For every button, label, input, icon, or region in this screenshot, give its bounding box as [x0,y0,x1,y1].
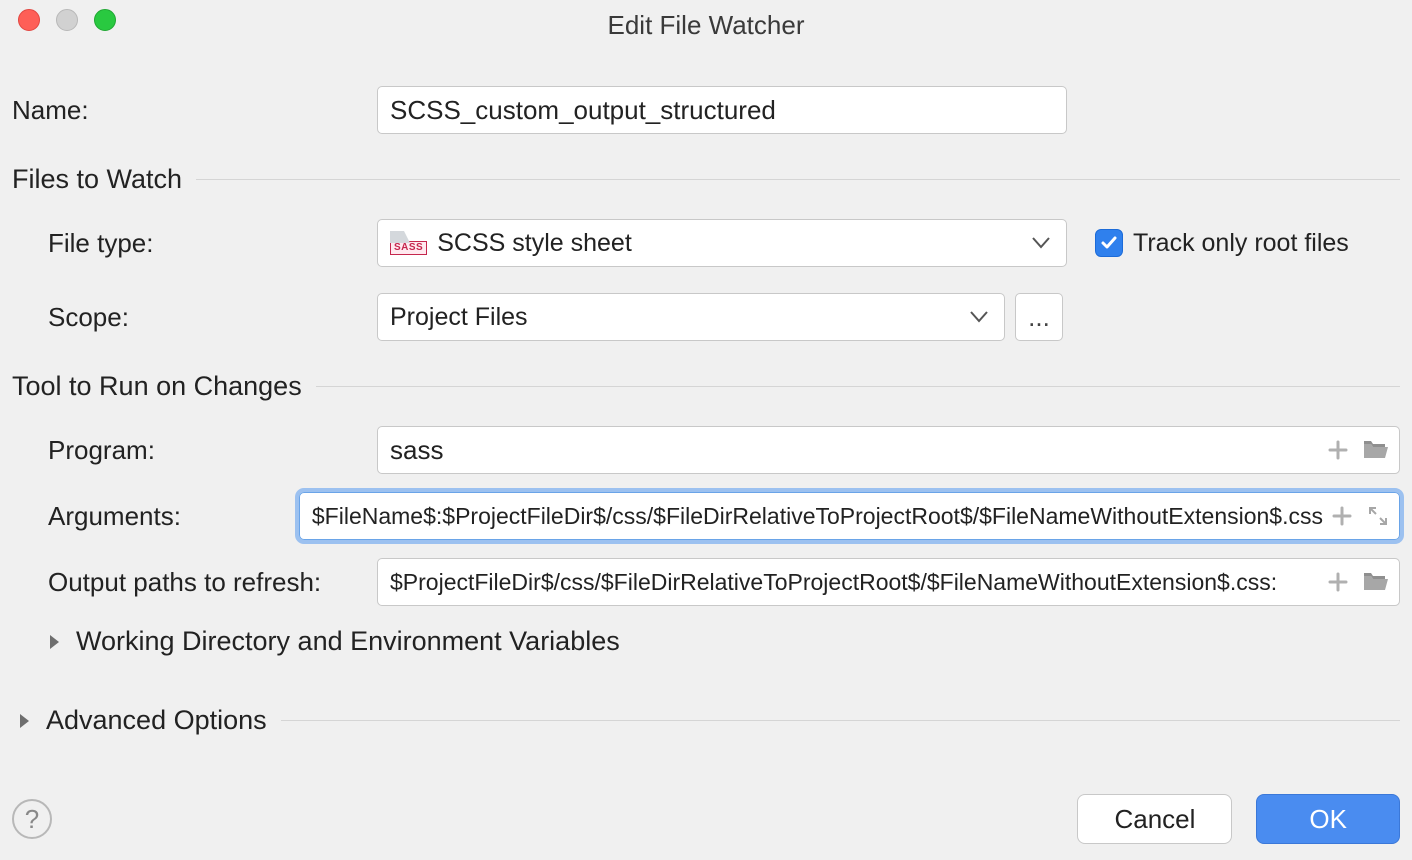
insert-macro-icon[interactable] [1327,439,1349,461]
insert-macro-icon[interactable] [1331,505,1353,527]
zoom-window-button[interactable] [94,9,116,31]
arguments-label: Arguments: [12,501,299,532]
file-type-dropdown[interactable]: SASS SCSS style sheet [377,219,1067,267]
files-to-watch-section: Files to Watch [12,164,1400,195]
ok-button-label: OK [1309,804,1347,835]
window-controls [0,9,116,31]
name-input[interactable]: SCSS_custom_output_structured [377,86,1067,134]
browse-folder-icon[interactable] [1363,439,1389,461]
dialog-footer: ? Cancel OK [12,794,1400,844]
name-input-value: SCSS_custom_output_structured [390,95,776,126]
section-divider [281,720,1400,721]
track-root-label: Track only root files [1133,229,1349,258]
output-paths-value: $ProjectFileDir$/css/$FileDirRelativeToP… [390,569,1319,596]
working-dir-env-label: Working Directory and Environment Variab… [76,626,620,657]
output-paths-label: Output paths to refresh: [12,567,377,598]
output-paths-input[interactable]: $ProjectFileDir$/css/$FileDirRelativeToP… [377,558,1400,606]
chevron-right-icon [18,712,32,730]
advanced-options-label: Advanced Options [46,705,267,736]
ellipsis-icon: ... [1028,302,1050,333]
chevron-down-icon [1032,237,1054,249]
file-type-value: SCSS style sheet [437,229,632,258]
tool-to-run-section: Tool to Run on Changes [12,371,1400,402]
arguments-input[interactable]: $FileName$:$ProjectFileDir$/css/$FileDir… [299,492,1400,540]
titlebar: Edit File Watcher [0,0,1412,40]
ok-button[interactable]: OK [1256,794,1400,844]
tool-to-run-label: Tool to Run on Changes [12,371,302,402]
help-icon: ? [25,804,39,835]
close-window-button[interactable] [18,9,40,31]
scope-value: Project Files [390,303,528,332]
expand-icon[interactable] [1367,505,1389,527]
program-input[interactable]: sass [377,426,1400,474]
advanced-options-toggle[interactable]: Advanced Options [12,705,1400,736]
cancel-button[interactable]: Cancel [1077,794,1232,844]
section-divider [316,386,1400,387]
arguments-value: $FileName$:$ProjectFileDir$/css/$FileDir… [312,503,1323,530]
file-type-label: File type: [12,228,377,259]
insert-macro-icon[interactable] [1327,571,1349,593]
chevron-down-icon [970,311,992,323]
sass-icon: SASS [390,231,427,255]
browse-folder-icon[interactable] [1363,571,1389,593]
window-title: Edit File Watcher [0,10,1412,41]
name-label: Name: [12,95,377,126]
program-label: Program: [12,435,377,466]
track-root-checkbox[interactable] [1095,229,1123,257]
cancel-button-label: Cancel [1114,804,1195,835]
dialog-window: Edit File Watcher Name: SCSS_custom_outp… [0,0,1412,860]
help-button[interactable]: ? [12,799,52,839]
files-to-watch-label: Files to Watch [12,164,182,195]
minimize-window-button[interactable] [56,9,78,31]
program-value: sass [390,435,1319,466]
scope-label: Scope: [12,302,377,333]
dialog-content: Name: SCSS_custom_output_structured File… [0,40,1412,736]
scope-dropdown[interactable]: Project Files [377,293,1005,341]
section-divider [196,179,1400,180]
chevron-right-icon [48,633,62,651]
working-dir-env-toggle[interactable]: Working Directory and Environment Variab… [12,626,1400,657]
scope-browse-button[interactable]: ... [1015,293,1063,341]
